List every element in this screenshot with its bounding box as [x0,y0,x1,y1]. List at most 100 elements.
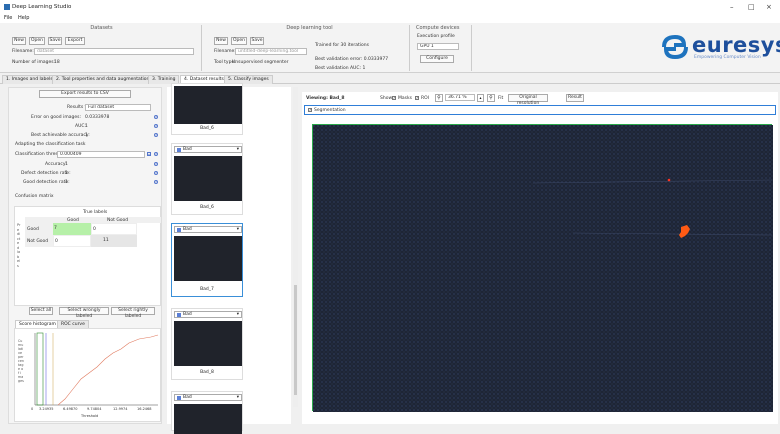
chevron-down-icon: ▾ [236,395,239,400]
masks-checkbox[interactable]: ✓ [392,96,396,100]
dataset-new-button[interactable]: New [12,37,26,45]
adapting-heading: Adapting the classification task [15,142,86,147]
dataset-open-button[interactable]: Open [29,37,45,45]
confusion-matrix: True labels Good Not Good Good Not Good … [14,206,161,306]
zoom-field[interactable]: 36.71 % [445,94,475,101]
info-icon[interactable]: ? [154,162,158,166]
spinner-icon[interactable]: ▴ [147,152,151,156]
label-value: Bad [183,312,192,317]
thumbnail-item[interactable]: Bad ▾ [171,391,243,434]
minimize-icon[interactable]: – [730,3,734,11]
error-good-value: 0.0333978 [85,115,110,120]
result-button[interactable]: Result [566,94,584,102]
thumbnail-image[interactable] [174,86,242,124]
segmentation-label: Segmentation [314,108,346,113]
info-icon[interactable]: ? [154,124,158,128]
cm-value: 0 [55,239,58,244]
dataset-save-button[interactable]: Save [48,37,62,45]
segmentation-checkbox[interactable]: ✓ [308,108,312,112]
execution-profile-select[interactable]: GPU 1 [417,43,459,50]
original-resolution-button[interactable]: Original resolution [508,94,548,106]
menu-file[interactable]: File [4,15,12,21]
x-tick: 3.24935 [39,407,54,411]
info-icon[interactable]: ? [154,133,158,137]
info-icon[interactable]: ? [154,180,158,184]
tab-images-labels[interactable]: 1. Images and labels [2,75,57,84]
export-csv-button[interactable]: Export results to CSV [39,90,131,98]
segmentation-bar: ✓ Segmentation [304,105,776,115]
tab-tool-properties[interactable]: 2. Tool properties and data augmentation [52,75,154,84]
x-tick: 9.74804 [87,407,102,411]
configure-button[interactable]: Configure [420,55,454,63]
thumbnail-item-selected[interactable]: Bad ▾ Bad_7 [171,223,243,297]
tool-save-button[interactable]: Save [250,37,264,45]
maximize-icon[interactable]: □ [748,3,755,11]
cm-cell: 11 [91,235,137,247]
label-select[interactable]: Bad ▾ [174,394,242,401]
defect-rate-value: 1 [65,171,68,176]
spinner-icon[interactable]: ▴ [477,94,484,102]
histogram-ylabel: Cumulative percentage of images [18,339,24,383]
accuracy-label: Accuracy: [45,162,67,167]
scrollbar-thumb[interactable] [294,285,297,395]
defect-rate-label: Defect detection rate: [21,171,71,176]
true-labels-heading: True labels [83,210,108,215]
logo-text: euresys [692,33,780,57]
cm-value: 7 [54,226,57,231]
thumbnail-caption: Bad_6 [200,126,214,131]
tool-open-button[interactable]: Open [231,37,247,45]
info-icon[interactable]: ? [154,115,158,119]
datasets-group: Datasets New Open Save Export Filename: … [2,25,202,71]
close-icon[interactable]: × [766,3,772,11]
zoom-icon[interactable]: ⚲ [435,94,443,102]
deep-learning-title: Deep learning tool [286,25,333,31]
best-validation-auc: Best validation AUC: 1 [315,66,366,71]
thumbnail-list[interactable]: Bad_6 Bad ▾ Bad_6 Bad ▾ Bad_7 Bad ▾ Bad_8 B… [167,83,291,434]
fit-label[interactable]: Fit [498,96,503,101]
histogram-xlabel: Threshold [81,414,99,418]
tool-new-button[interactable]: New [214,37,228,45]
chevron-down-icon: ▾ [236,312,239,317]
select-right-button[interactable]: Select rightly labeled [111,307,155,319]
viewing-label: Viewing: Bad_8 [306,96,345,101]
menu-help[interactable]: Help [18,15,29,21]
best-accuracy-value: 1 [85,133,88,138]
thumbnail-image[interactable] [174,236,242,281]
roi-label: ROI [421,96,429,101]
thumbnail-item[interactable]: Bad_6 [171,83,243,135]
main-tabs: 1. Images and labels 2. Tool properties … [0,74,780,84]
good-rate-value: 1 [65,180,68,185]
good-rate-label: Good detection rate: [23,180,70,185]
logo-tagline: Empowering Computer Vision [694,55,761,60]
cm-row-good: Good [27,227,39,232]
euresys-logo: euresys Empowering Computer Vision [660,33,780,63]
thumbnail-image[interactable] [174,156,242,201]
roi-checkbox[interactable]: ✓ [415,96,419,100]
info-icon[interactable]: ? [154,152,158,156]
zoom-fit-icon[interactable]: ⚲ [487,94,495,102]
label-value: Bad [183,227,192,232]
thumbnail-caption: Bad_7 [200,287,214,292]
info-icon[interactable]: ? [154,171,158,175]
thumbnail-image[interactable] [174,321,242,366]
dataset-export-button[interactable]: Export [65,37,85,45]
label-select[interactable]: Bad ▾ [174,311,242,318]
threshold-input[interactable]: 0.000409 [57,151,145,158]
select-all-button[interactable]: Select all [29,307,53,315]
thumbnail-item[interactable]: Bad ▾ Bad_6 [171,143,243,215]
thumbnail-item[interactable]: Bad ▾ Bad_8 [171,308,243,380]
select-wrong-button[interactable]: Select wrongly labeled [59,307,109,319]
compute-devices-title: Compute devices [416,25,460,31]
results-for-select[interactable]: Full dataset [85,104,151,111]
label-select[interactable]: Bad ▾ [174,146,242,153]
trained-iterations: Trained for 30 iterations [315,43,369,48]
x-tick: 0 [31,407,34,411]
x-tick: 12.9974 [113,407,128,411]
accuracy-value: 1 [65,162,68,167]
result-image[interactable] [312,124,773,412]
num-images-label: Number of images: [12,60,56,65]
cm-cell: 0 [91,223,137,235]
label-select[interactable]: Bad ▾ [174,226,242,233]
cm-cell: 7 [53,223,91,235]
best-accuracy-label: Best achievable accuracy: [31,133,90,138]
